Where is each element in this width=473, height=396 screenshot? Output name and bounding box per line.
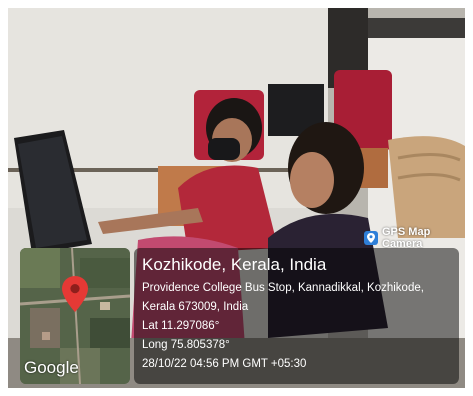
- map-thumbnail: Google: [20, 248, 130, 384]
- location-overlay: Google Kozhikode, Kerala, India Providen…: [14, 248, 459, 384]
- photo: GPS Map Camera Google Kozhikode, Kerala,…: [8, 8, 465, 388]
- map-pin-icon: [364, 231, 378, 245]
- map-marker-icon: [62, 276, 88, 312]
- address-line-1: Providence College Bus Stop, Kannadikkal…: [142, 282, 424, 294]
- gps-map-camera-badge: GPS Map Camera: [364, 226, 465, 250]
- place-name: Kozhikode, Kerala, India: [142, 255, 327, 274]
- google-logo: Google: [24, 358, 79, 377]
- timestamp: 28/10/22 04:56 PM GMT +05:30: [142, 358, 307, 370]
- location-info-panel: Kozhikode, Kerala, India Providence Coll…: [134, 248, 459, 384]
- latitude-readout: Lat 11.297086°: [142, 320, 220, 332]
- longitude-readout: Long 75.805378°: [142, 339, 230, 351]
- address-line-2: Kerala 673009, India: [142, 301, 249, 313]
- badge-label: GPS Map Camera: [382, 226, 431, 250]
